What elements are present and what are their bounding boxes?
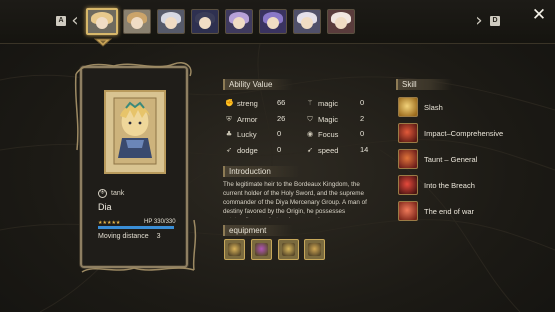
skill-item[interactable]: Slash: [398, 96, 538, 118]
equipment-header: equipment: [223, 225, 293, 236]
hero-portrait-hero-7[interactable]: [293, 9, 321, 34]
role-label: tank: [111, 190, 125, 197]
ability-label: Magic: [318, 114, 339, 124]
ability-left-3: ➶ dodge: [225, 145, 258, 155]
character-name: Dia: [98, 202, 112, 212]
skill-item[interactable]: Taunt – General: [398, 148, 538, 170]
portrait-face: [199, 16, 211, 29]
ability-value: 0: [277, 129, 282, 138]
close-icon[interactable]: ✕: [530, 6, 548, 24]
ability-right-2: ◉ Focus: [306, 129, 339, 139]
portrait-face: [233, 16, 245, 29]
ability-right-0: ⚚ magic: [306, 98, 338, 108]
hero-portrait-hero-8[interactable]: [327, 9, 355, 34]
hero-portrait-hero-3[interactable]: [157, 9, 185, 34]
hero-portrait-hero-6[interactable]: [259, 9, 287, 34]
equipment-slot-2[interactable]: [251, 239, 272, 260]
moving-distance-row: Moving distance 3: [98, 233, 161, 240]
hp-label: HP 330/330: [144, 219, 176, 225]
ability-left-0: ✊ streng: [225, 98, 258, 108]
portrait-face: [301, 16, 313, 29]
magic-shield-icon: ⛉: [307, 115, 313, 123]
moving-distance-value: 3: [156, 233, 161, 240]
hp-bar: [98, 226, 174, 229]
ability-left-2: ♣ Lucky: [225, 129, 257, 139]
slash-skill-icon: [398, 97, 418, 117]
moving-distance-label: Moving distance: [98, 233, 149, 240]
chevron-right-icon[interactable]: ›: [472, 12, 486, 30]
ability-label: speed: [318, 145, 339, 155]
ability-right-1: ⛉ Magic: [306, 114, 338, 124]
ability-label: Armor: [237, 114, 258, 124]
active-hero-marker: [94, 38, 112, 47]
hero-portrait-hero-5[interactable]: [225, 9, 253, 34]
introduction-header: Introduction: [223, 166, 299, 177]
skill-header: Skill: [396, 79, 452, 90]
skill-label: Impact–Comprehensive: [424, 128, 504, 138]
skill-label: Slash: [424, 102, 443, 112]
shield-icon: ⛨: [226, 115, 232, 123]
ability-value: 0: [360, 129, 365, 138]
equipment-slot-3[interactable]: [278, 239, 299, 260]
tank-role-icon: ⛨: [98, 189, 107, 198]
ability-value: 2: [360, 114, 365, 123]
magic-staff-icon: ⚚: [306, 99, 314, 107]
equipment-slot-1[interactable]: [224, 239, 245, 260]
ability-value: 66: [277, 98, 286, 107]
portrait-face: [96, 16, 108, 29]
ability-left-1: ⛨ Armor: [225, 114, 257, 124]
ability-label: streng: [237, 98, 258, 108]
introduction-text: The legitimate heir to the Bordeaux King…: [223, 181, 367, 218]
skill-label: The end of war: [424, 206, 475, 216]
boot-icon: ➶: [226, 146, 232, 154]
sword-equip-icon: [228, 243, 241, 256]
ability-label: dodge: [237, 145, 258, 155]
ability-label: Lucky: [237, 129, 257, 139]
equipment-slot-4[interactable]: [304, 239, 325, 260]
ability-value: 26: [277, 114, 286, 123]
cloak-equip-icon: [255, 243, 268, 256]
ability-label: Focus: [318, 129, 339, 139]
ability-value: 0: [360, 98, 365, 107]
prev-key-hint: A: [56, 16, 66, 26]
ability-value: 0: [277, 145, 282, 154]
skill-item[interactable]: Into the Breach: [398, 174, 538, 196]
skill-label: Into the Breach: [424, 180, 475, 190]
ability-right-3: ➹ speed: [306, 145, 338, 155]
role-row: ⛨ tank: [98, 189, 124, 198]
chevron-left-icon[interactable]: ‹: [68, 12, 82, 30]
wing-icon: ➹: [307, 146, 313, 154]
character-card: ⛨ tank Dia ★★★★★ HP 330/330 Moving dista…: [74, 62, 197, 273]
skill-label: Taunt – General: [424, 154, 478, 164]
portrait-face: [131, 16, 143, 29]
sword-strength-icon: ✊: [225, 99, 234, 107]
character-art: [104, 90, 166, 174]
focus-eye-icon: ◉: [306, 130, 314, 138]
skill-item[interactable]: Impact–Comprehensive: [398, 122, 538, 144]
portrait-face: [335, 16, 347, 29]
ability-value: 14: [360, 145, 369, 154]
taunt-skill-icon: [398, 149, 418, 169]
hp-bar-fill: [98, 226, 174, 229]
hero-portrait-hero-2[interactable]: [123, 9, 151, 34]
hero-selector-bar: A ‹ › D ✕: [0, 0, 555, 44]
hero-portrait: [113, 97, 157, 165]
ring-equip-icon: [308, 243, 321, 256]
ability-label: magic: [318, 98, 339, 108]
impact-skill-icon: [398, 123, 418, 143]
skill-item[interactable]: The end of war: [398, 200, 538, 222]
clover-icon: ♣: [225, 130, 233, 138]
portrait-face: [165, 16, 177, 29]
breach-skill-icon: [398, 175, 418, 195]
hero-portrait-hero-4[interactable]: [191, 9, 219, 34]
portrait-face: [267, 16, 279, 29]
ability-value-header: Ability Value: [223, 79, 293, 90]
hero-portrait-dia[interactable]: [86, 8, 118, 35]
next-key-hint: D: [490, 16, 500, 26]
end-of-war-skill-icon: [398, 201, 418, 221]
helmet-equip-icon: [282, 243, 295, 256]
